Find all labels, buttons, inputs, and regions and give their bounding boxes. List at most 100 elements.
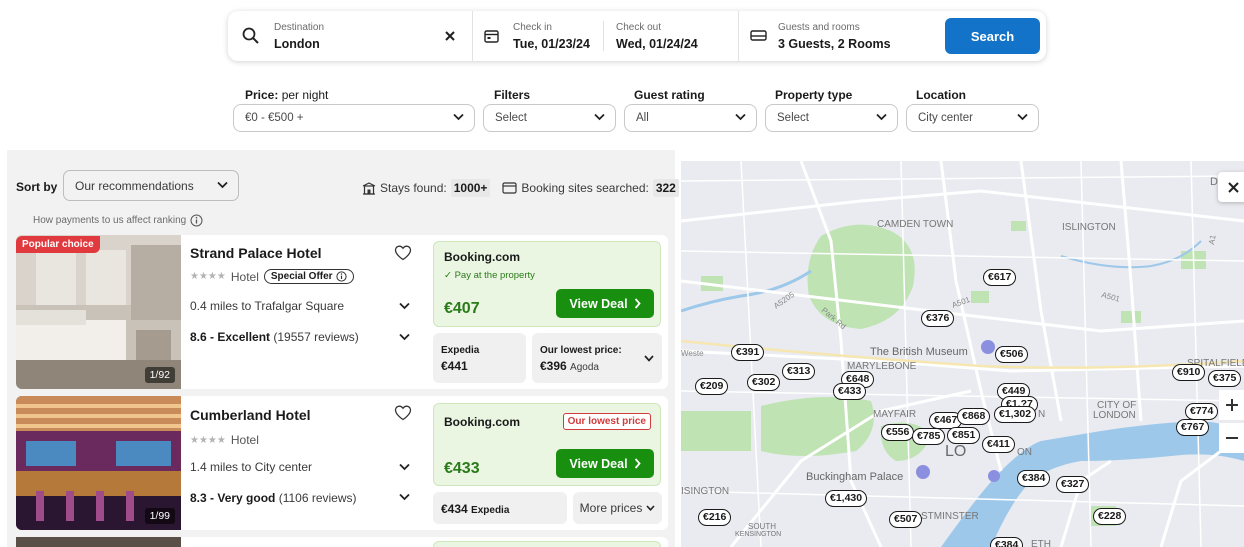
museum-pin-icon[interactable] (981, 340, 995, 354)
map-price-marker[interactable]: €376 (921, 310, 955, 327)
main-deal-box[interactable]: Booking.com Our lowest price €433 View D… (433, 403, 661, 486)
map-price-marker[interactable]: €384 (1017, 470, 1051, 487)
map-price-marker[interactable]: €375 (1208, 370, 1242, 387)
map-price-marker[interactable]: €302 (747, 374, 781, 391)
poi-pin-icon[interactable] (988, 470, 1000, 482)
hotel-name[interactable]: Strand Palace Hotel (190, 245, 322, 261)
alt-deal-box[interactable]: Expedia €441 (433, 333, 526, 383)
chevron-down-icon (876, 113, 887, 121)
chevron-down-icon[interactable] (399, 333, 410, 341)
map-price-marker[interactable]: €228 (1093, 508, 1127, 525)
property-type-select[interactable]: Select (765, 104, 898, 132)
map-price-marker[interactable]: €216 (698, 509, 732, 526)
map-price-marker[interactable]: €774 (1185, 403, 1219, 420)
chevron-down-icon[interactable] (399, 302, 410, 310)
property-type-label: Property type (775, 88, 853, 102)
map-price-marker[interactable]: €313 (782, 363, 816, 380)
ranking-note[interactable]: How payments to us affect ranking (33, 214, 203, 227)
map-base: CAMDEN TOWN ISLINGTON MARYLEBONE MAYFAIR… (681, 161, 1244, 547)
more-prices-button[interactable]: More prices (573, 492, 662, 524)
destination-field[interactable]: Destination London (242, 11, 462, 61)
hotel-rating[interactable]: 8.6 - Excellent (19557 reviews) (190, 330, 359, 344)
alt-deal-box[interactable]: €434 Expedia (433, 492, 567, 524)
alt-deal-price: €434 (441, 502, 468, 516)
map-price-marker[interactable]: €910 (1172, 364, 1206, 381)
guests-field[interactable]: Guests and rooms 3 Guests, 2 Rooms (750, 11, 930, 61)
map-price-marker[interactable]: €767 (1176, 419, 1210, 436)
poi-label: The British Museum (870, 346, 968, 358)
chevron-right-icon (634, 458, 641, 469)
heart-icon[interactable] (394, 405, 412, 421)
special-offer-label: Special Offer (270, 271, 333, 282)
info-icon[interactable] (190, 214, 203, 227)
chevron-down-icon[interactable] (399, 463, 410, 471)
map-label: LONDON (1093, 410, 1136, 421)
main-deal-box[interactable]: Booking.com ✓ Pay at the property €407 V… (433, 241, 661, 327)
view-deal-label: View Deal (569, 456, 628, 471)
guest-rating-select[interactable]: All (624, 104, 757, 132)
guest-rating-label: Guest rating (634, 88, 705, 102)
hotel-name[interactable]: Cumberland Hotel (190, 407, 311, 423)
stays-label: Stays found: (380, 181, 447, 195)
map-price-marker[interactable]: €391 (731, 344, 765, 361)
property-type-value: Select (777, 112, 809, 124)
sites-count: 322 (652, 179, 679, 197)
zoom-in-button[interactable] (1219, 390, 1244, 420)
close-map-button[interactable] (1218, 172, 1244, 202)
map-price-marker[interactable]: €327 (1056, 476, 1090, 493)
road-label: Weste (681, 349, 704, 358)
alt-deal-site: Expedia (471, 505, 510, 516)
heart-icon[interactable] (394, 245, 412, 261)
filters-label: Filters (494, 88, 531, 102)
map-price-marker[interactable]: €411 (982, 436, 1015, 453)
checkout-value: Wed, 01/24/24 (616, 37, 698, 51)
star-icons: ★★★★ (190, 271, 226, 282)
zoom-out-button[interactable] (1219, 423, 1244, 453)
stays-summary: Stays found: 1000+ Booking sites searche… (362, 179, 679, 197)
sort-select[interactable]: Our recommendations (63, 170, 239, 201)
map-price-marker[interactable]: €556 (881, 424, 915, 441)
palace-pin-icon[interactable] (916, 465, 930, 479)
filters-value: Select (495, 112, 527, 124)
map-price-marker[interactable]: €851 (947, 427, 981, 444)
view-deal-button[interactable]: View Deal (556, 449, 654, 478)
map-label: N (1038, 409, 1045, 420)
clear-icon[interactable] (445, 31, 455, 41)
hotel-icon (362, 181, 376, 195)
map-price-marker[interactable]: €506 (995, 346, 1029, 363)
alt-deal-site: Expedia (441, 345, 480, 356)
search-button[interactable]: Search (945, 18, 1040, 54)
filters-select[interactable]: Select (483, 104, 616, 132)
lowest-price-row: €396 Agoda (540, 359, 599, 373)
chevron-down-icon (1017, 113, 1028, 121)
destination-label: Destination (274, 22, 325, 33)
hotel-stars-row: ★★★★ Hotel (190, 433, 259, 447)
chevron-down-icon (646, 505, 655, 511)
lowest-price-box[interactable]: Our lowest price: €396 Agoda (532, 333, 662, 383)
map-price-marker[interactable]: €868 (957, 408, 991, 425)
chevron-down-icon[interactable] (399, 493, 410, 501)
map-price-marker[interactable]: €433 (833, 383, 867, 400)
map-price-marker[interactable]: €507 (889, 511, 923, 528)
hotel-photo[interactable]: 1/92 (16, 235, 181, 389)
view-deal-button[interactable]: View Deal (556, 289, 654, 318)
map-price-marker[interactable]: €785 (912, 428, 946, 445)
map[interactable]: CAMDEN TOWN ISLINGTON MARYLEBONE MAYFAIR… (681, 161, 1244, 547)
map-price-marker[interactable]: €617 (983, 269, 1017, 286)
map-price-marker[interactable]: €1,302 (994, 406, 1037, 423)
hotel-photo[interactable]: 1/99 (16, 396, 181, 530)
chevron-down-icon (453, 113, 464, 121)
hotel-rating[interactable]: 8.3 - Very good (1106 reviews) (190, 491, 357, 505)
bed-icon (750, 30, 767, 41)
checkin-field[interactable]: Check in Tue, 01/23/24 (484, 11, 594, 61)
location-select[interactable]: City center (906, 104, 1039, 132)
special-offer-badge[interactable]: Special Offer (263, 269, 354, 284)
rating-score: 8.6 - Excellent (190, 330, 271, 344)
more-prices-label: More prices (579, 501, 643, 515)
map-label: ON (1017, 447, 1032, 458)
map-price-marker[interactable]: €209 (695, 378, 729, 395)
checkout-field[interactable]: Check out Wed, 01/24/24 (616, 11, 726, 61)
map-price-marker[interactable]: €384 (990, 537, 1024, 547)
map-price-marker[interactable]: €1,430 (825, 490, 868, 507)
price-select[interactable]: €0 - €500 + (233, 104, 475, 132)
